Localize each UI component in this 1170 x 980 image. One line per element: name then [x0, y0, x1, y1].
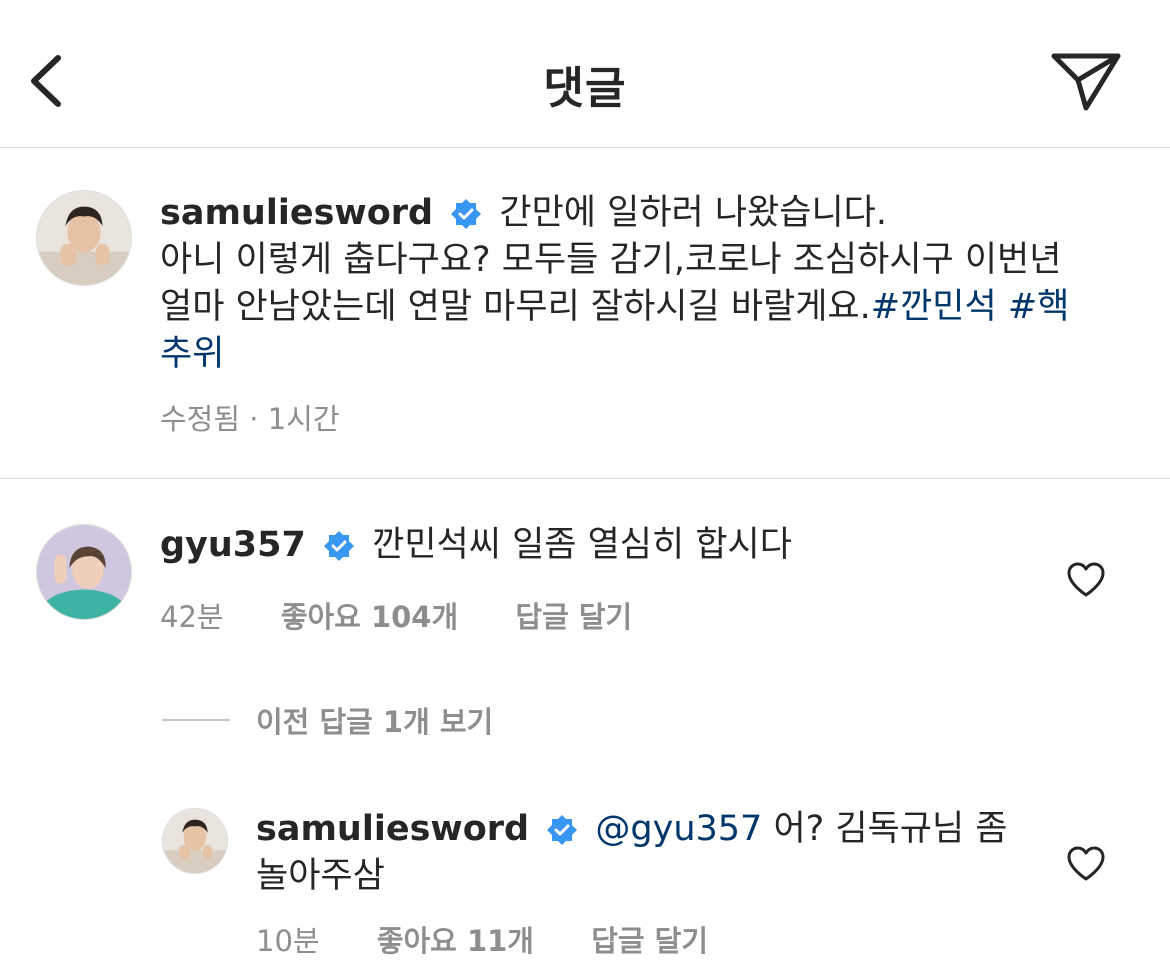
- likes-count-link[interactable]: 좋아요 11개: [377, 924, 534, 958]
- reply-time: 10분: [256, 924, 320, 958]
- verified-badge-icon: [547, 815, 578, 845]
- reply-meta: 10분 좋아요 11개 답글 달기: [256, 918, 756, 960]
- caption-meta: 수정됨 · 1시간: [160, 402, 340, 436]
- hashtag-link-continued[interactable]: 추위: [160, 331, 1120, 378]
- reply-avatar[interactable]: [162, 808, 228, 874]
- view-replies-label: 이전 답글 1개 보기: [256, 705, 494, 739]
- caption-username[interactable]: samuliesword: [160, 193, 433, 233]
- reply-username[interactable]: samuliesword: [256, 809, 529, 849]
- reply-body-line-2: 놀아주삼: [256, 856, 385, 896]
- view-previous-replies-button[interactable]: 이전 답글 1개 보기: [162, 700, 493, 740]
- divider-line: [162, 719, 230, 721]
- paper-plane-icon: [1051, 53, 1121, 111]
- caption-line-1: 간만에 일하러 나왔습니다.: [499, 193, 887, 233]
- comment-body: 깐민석씨 일좀 열심히 합시다: [372, 525, 792, 565]
- reply-button[interactable]: 답글 달기: [515, 600, 632, 634]
- comment-time: 42분: [160, 600, 224, 634]
- divider: [0, 478, 1170, 479]
- avatar-image: [37, 525, 131, 619]
- comment-avatar[interactable]: [36, 524, 132, 620]
- reply-text: samuliesword @gyu357 어? 김독규님 좀 놀아주삼: [256, 806, 1036, 900]
- heart-outline-icon: [1067, 846, 1105, 881]
- hashtag-link[interactable]: #핵: [1008, 287, 1070, 327]
- comment-text: gyu357 깐민석씨 일좀 열심히 합시다: [160, 522, 1020, 569]
- comment-meta: 42분 좋아요 104개 답글 달기: [160, 594, 680, 636]
- hashtag-link[interactable]: #깐민석: [871, 287, 997, 327]
- caption-line-3: 얼마 안남았는데 연말 마무리 잘하시길 바랄게요.: [160, 287, 871, 327]
- caption-line-2: 아니 이렇게 춥다구요? 모두들 감기,코로나 조심하시구 이번년: [160, 240, 1062, 280]
- verified-badge-icon: [324, 531, 354, 561]
- like-button[interactable]: [1066, 846, 1106, 882]
- reply-body-line-1: 어? 김독규님 좀: [773, 809, 1008, 849]
- avatar-image: [163, 809, 227, 873]
- share-button[interactable]: [1048, 44, 1124, 114]
- reply-button[interactable]: 답글 달기: [591, 924, 708, 958]
- caption-avatar[interactable]: [36, 190, 132, 286]
- like-button[interactable]: [1066, 562, 1106, 598]
- heart-outline-icon: [1067, 562, 1105, 597]
- page-title: 댓글: [543, 63, 627, 114]
- verified-badge-icon: [451, 199, 482, 229]
- header-bar: 댓글: [0, 0, 1170, 148]
- comment-username[interactable]: gyu357: [160, 525, 306, 565]
- mention-link[interactable]: @gyu357: [595, 809, 762, 849]
- avatar-image: [37, 191, 131, 285]
- caption-text: samuliesword 간만에 일하러 나왔습니다. 아니 이렇게 춥다구요?…: [160, 190, 1120, 378]
- likes-count-link[interactable]: 좋아요 104개: [281, 600, 458, 634]
